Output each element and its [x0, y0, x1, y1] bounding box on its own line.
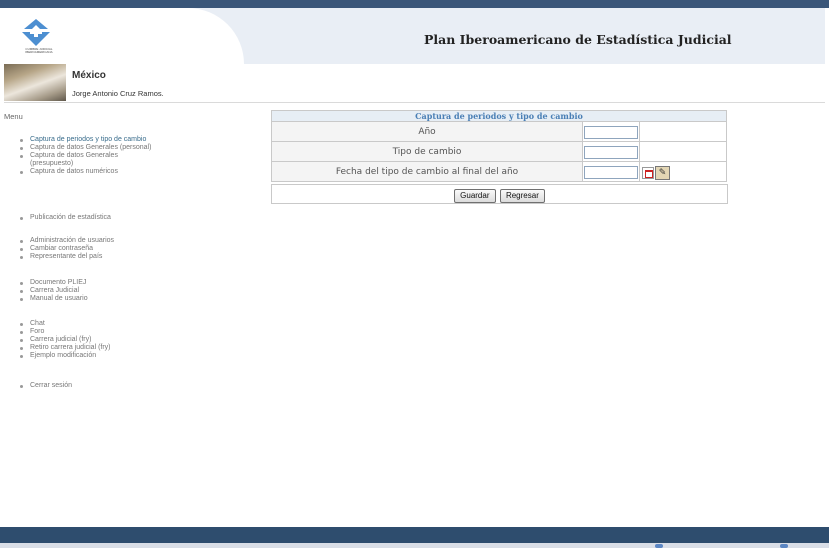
menu-item-foro[interactable]: Foro	[20, 328, 160, 336]
calendar-icon[interactable]	[642, 166, 654, 179]
menu-item-ejemplo-modificacion[interactable]: Ejemplo modificación	[20, 352, 160, 360]
year-input[interactable]	[584, 126, 638, 139]
menu-item-retiro-carrera[interactable]: Retiro carrera judicial (fry)	[20, 344, 160, 352]
menu-item-datos-numericos[interactable]: Captura de datos numéricos	[20, 168, 160, 176]
menu-item-cambiar-contrasena[interactable]: Cambiar contraseña	[20, 245, 160, 253]
menu-group-community: Chat Foro Carrera judicial (fry) Retiro …	[20, 320, 160, 360]
menu-item-representante[interactable]: Representante del país	[20, 253, 160, 261]
menu-group-publication: Publicación de estadística	[20, 214, 160, 222]
menu-item-datos-presupuesto[interactable]: Captura de datos Generales (presupuesto)	[20, 152, 160, 168]
menu-group-docs: Documento PLIEJ Carrera Judicial Manual …	[20, 279, 160, 303]
zoom-icon	[780, 544, 788, 548]
menu-item-publicacion[interactable]: Publicación de estadística	[20, 214, 160, 222]
menu-item-cerrar-sesion[interactable]: Cerrar sesión	[20, 382, 160, 390]
menu-item-admin-usuarios[interactable]: Administración de usuarios	[20, 237, 160, 245]
footer-bar	[0, 527, 829, 543]
menu-item-captura-periodos[interactable]: Captura de periodos y tipo de cambio	[20, 136, 160, 144]
exchange-date-label: Fecha del tipo de cambio al final del añ…	[271, 161, 583, 182]
site-header: CUMBRE JUDICIAL IBEROAMERICANA Plan Iber…	[4, 8, 825, 64]
year-label: Año	[271, 121, 583, 142]
menu-item-datos-personal[interactable]: Captura de datos Generales (personal)	[20, 144, 160, 152]
period-form: Captura de periodos y tipo de cambio Año…	[271, 110, 727, 182]
edit-icon[interactable]: ✎	[655, 165, 670, 180]
logo-caption: CUMBRE JUDICIAL IBEROAMERICANA	[25, 47, 53, 54]
menu-group-admin: Administración de usuarios Cambiar contr…	[20, 237, 160, 261]
menu-item-documento-pliej[interactable]: Documento PLIEJ	[20, 279, 160, 287]
menu-item-carrera-judicial[interactable]: Carrera Judicial	[20, 287, 160, 295]
menu-item-manual-usuario[interactable]: Manual de usuario	[20, 295, 160, 303]
back-button[interactable]: Regresar	[499, 188, 545, 203]
user-name: Jorge Antonio Cruz Ramos.	[72, 89, 164, 98]
user-country: México	[72, 70, 106, 81]
menu-title: Menu	[4, 112, 23, 121]
exchange-rate-input[interactable]	[584, 146, 638, 159]
top-banner-bar	[0, 0, 829, 8]
user-info-bar: México Jorge Antonio Cruz Ramos.	[4, 64, 825, 103]
status-zone-icon	[655, 544, 663, 548]
exchange-rate-label: Tipo de cambio	[271, 141, 583, 162]
exchange-date-input[interactable]	[584, 166, 638, 179]
browser-status-bar	[0, 543, 829, 548]
site-title: Plan Iberoamericano de Estadística Judic…	[424, 32, 732, 47]
menu-item-chat[interactable]: Chat	[20, 320, 160, 328]
menu-item-carrera-fry[interactable]: Carrera judicial (fry)	[20, 336, 160, 344]
save-button[interactable]: Guardar	[454, 188, 496, 203]
menu-group-session: Cerrar sesión	[20, 382, 160, 390]
header-photo	[4, 64, 66, 101]
menu-group-capture: Captura de periodos y tipo de cambio Cap…	[20, 136, 160, 176]
form-actions: Guardar Regresar	[271, 184, 728, 204]
form-caption: Captura de periodos y tipo de cambio	[271, 110, 727, 122]
